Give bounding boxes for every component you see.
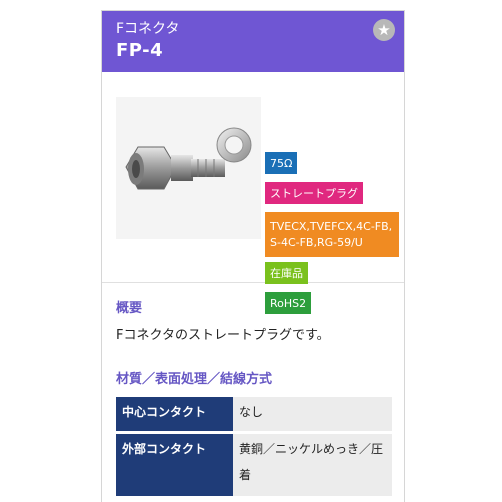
overview-text: Fコネクタのストレートプラグです。 (116, 328, 330, 343)
spec-value: 黄銅／ニッケルめっき／圧着 (233, 434, 392, 496)
specs-heading: 材質／表面処理／結線方式 (116, 372, 273, 387)
tag-cables[interactable]: TVECX,TVEFCX,4C-FB,S-4C-FB,RG-59/U (265, 212, 399, 257)
overview-heading: 概要 (116, 301, 143, 316)
tag-stock[interactable]: 在庫品 (265, 262, 308, 284)
star-icon[interactable]: ★ (373, 19, 395, 41)
spec-value: なし (233, 397, 392, 431)
spec-label: 外部コンタクト (116, 434, 233, 496)
product-image (116, 97, 261, 239)
product-card: Fコネクタ FP-4 ★ 75Ω ストレートプラグ TVECX,TVEFCX,4… (101, 10, 405, 502)
product-summary: 75Ω ストレートプラグ TVECX,TVEFCX,4C-FB,S-4C-FB,… (102, 72, 404, 314)
spec-table: 中心コンタクト なし 外部コンタクト 黄銅／ニッケルめっき／圧着 (116, 394, 392, 499)
product-title: FP-4 (116, 40, 164, 61)
tag-rohs[interactable]: RoHS2 (265, 292, 312, 314)
table-row: 中心コンタクト なし (116, 397, 392, 431)
spec-label: 中心コンタクト (116, 397, 233, 431)
product-header: Fコネクタ FP-4 ★ (102, 11, 404, 72)
table-row: 外部コンタクト 黄銅／ニッケルめっき／圧着 (116, 434, 392, 496)
tag-impedance[interactable]: 75Ω (265, 152, 298, 174)
product-category: Fコネクタ (116, 21, 180, 37)
tag-type[interactable]: ストレートプラグ (265, 182, 363, 204)
